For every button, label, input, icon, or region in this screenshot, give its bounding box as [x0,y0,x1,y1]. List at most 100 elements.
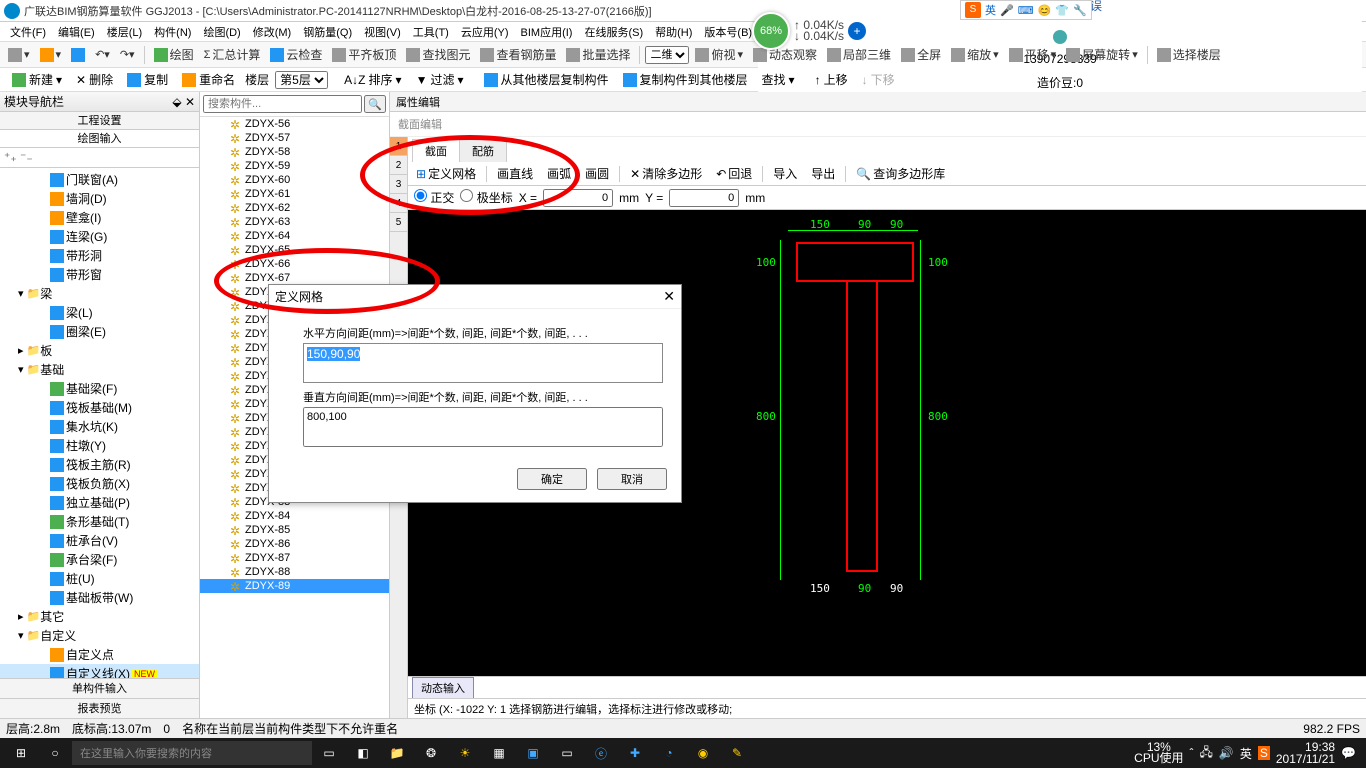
clear-poly-button[interactable]: ✕ 清除多边形 [626,163,706,184]
component-item[interactable]: ✲ZDYX-66 [200,257,389,271]
component-item[interactable]: ✲ZDYX-67 [200,271,389,285]
pan-button[interactable]: 平移▾ [1005,44,1061,65]
ime-kbd-icon[interactable]: ⌨ [1018,4,1034,17]
search-button[interactable]: 🔍 [364,95,386,113]
perf-overlay[interactable]: 68% ↑ 0.04K/s ↓ 0.04K/s + [752,12,866,50]
define-grid-button[interactable]: ⊞ 定义网格 [412,163,480,184]
ortho-radio[interactable]: 正交 [414,189,454,206]
component-item[interactable]: ✲ZDYX-87 [200,551,389,565]
save-button[interactable] [67,46,89,64]
tree-group-other[interactable]: ▸ 📁 其它 [0,607,199,626]
tray-up-icon[interactable]: ˆ [1190,746,1194,760]
task-view-icon[interactable]: ▭ [312,738,346,768]
single-input-button[interactable]: 单构件输入 [0,678,199,698]
tree-item[interactable]: 筏板基础(M) [0,398,199,417]
tree-item[interactable]: 门联窗(A) [0,170,199,189]
tree-group-slab[interactable]: ▸ 📁 板 [0,341,199,360]
tree-item[interactable]: 柱墩(Y) [0,436,199,455]
pick-floor-button[interactable]: 选择楼层 [1153,44,1225,65]
tree-item[interactable]: 壁龛(I) [0,208,199,227]
export-button[interactable]: 导出 [807,163,839,184]
tree-group-custom[interactable]: ▾ 📁 自定义 [0,626,199,645]
search-input[interactable] [203,95,362,113]
rotate-button[interactable]: 屏幕旋转▾ [1062,44,1142,65]
tray-vol-icon[interactable]: 🔊 [1219,746,1234,760]
nav-tab-draw[interactable]: 绘图输入 [0,130,199,148]
component-item[interactable]: ✲ZDYX-62 [200,201,389,215]
ime-lang[interactable]: 英 [985,2,996,18]
menu-floor[interactable]: 楼层(L) [101,24,148,40]
component-item[interactable]: ✲ZDYX-57 [200,131,389,145]
tree-item-custom-line[interactable]: 自定义线(X)NEW [0,664,199,678]
move-up-button[interactable]: ↑ 上移 [811,69,852,90]
app-icon-1[interactable]: ◧ [346,738,380,768]
delete-button[interactable]: ✕ 删除 [72,69,117,90]
menu-tools[interactable]: 工具(T) [407,24,455,40]
tray-sogou-icon[interactable]: S [1258,746,1270,760]
component-item[interactable]: ✲ZDYX-59 [200,159,389,173]
component-item[interactable]: ✲ZDYX-85 [200,523,389,537]
report-preview-button[interactable]: 报表预览 [0,698,199,718]
copy-from-floor-button[interactable]: 从其他楼层复制构件 [480,69,613,90]
component-item[interactable]: ✲ZDYX-65 [200,243,389,257]
menu-rebar[interactable]: 钢筋量(Q) [297,24,358,40]
undo-button[interactable]: ↶▾ [91,46,114,63]
cancel-button[interactable]: 取消 [597,468,667,490]
sort-button[interactable]: A↓Z 排序▾ [340,69,405,90]
tree-item[interactable]: 承台梁(F) [0,550,199,569]
app-icon-11[interactable]: ✎ [720,738,754,768]
tab-section[interactable]: 截面 [412,139,460,162]
ime-skin-icon[interactable]: 👕 [1055,4,1069,17]
component-item[interactable]: ✲ZDYX-56 [200,117,389,131]
nav-tab-settings[interactable]: 工程设置 [0,112,199,130]
copy-to-floor-button[interactable]: 复制构件到其他楼层 [619,69,752,90]
dialog-close-button[interactable]: ✕ [663,288,675,305]
polar-radio[interactable]: 极坐标 [460,189,512,206]
component-item[interactable]: ✲ZDYX-84 [200,509,389,523]
tree-item[interactable]: 基础板带(W) [0,588,199,607]
cortana-icon[interactable]: ○ [38,738,72,768]
flat-top-button[interactable]: 平齐板顶 [328,44,400,65]
tree-item[interactable]: 条形基础(T) [0,512,199,531]
component-item[interactable]: ✲ZDYX-58 [200,145,389,159]
component-item[interactable]: ✲ZDYX-61 [200,187,389,201]
tree-item[interactable]: 筏板负筋(X) [0,474,199,493]
menu-bim[interactable]: BIM应用(I) [515,24,579,40]
find-elem-button[interactable]: 查找图元 [402,44,474,65]
component-item[interactable]: ✲ZDYX-63 [200,215,389,229]
notification-icon[interactable]: 💬 [1341,746,1356,760]
tab-rebar[interactable]: 配筋 [459,139,507,162]
h-spacing-input[interactable]: 150,90,90 [303,343,663,383]
menu-view[interactable]: 视图(V) [358,24,407,40]
new-file-button[interactable]: ▾ [4,46,34,64]
menu-cloud[interactable]: 云应用(Y) [455,24,515,40]
copy-button[interactable]: 复制 [123,69,172,90]
ok-button[interactable]: 确定 [517,468,587,490]
fullscreen-button[interactable]: 全屏 [897,44,945,65]
draw-circle-button[interactable]: 画圆 [581,163,613,184]
ime-toolbar[interactable]: S 英 🎤 ⌨ 😊 👕 🔧 [960,0,1092,20]
ime-tool-icon[interactable]: 🔧 [1073,4,1087,17]
tree-item[interactable]: 桩(U) [0,569,199,588]
app-icon-4[interactable]: ☀ [448,738,482,768]
menu-online[interactable]: 在线服务(S) [578,24,649,40]
tree-group-beam[interactable]: ▾ 📁 梁 [0,284,199,303]
tree-item[interactable]: 自定义点 [0,645,199,664]
nav-pin-icon[interactable]: ⬙ ✕ [172,95,195,109]
y-input[interactable] [669,189,739,207]
x-input[interactable] [543,189,613,207]
sum-button[interactable]: Σ 汇总计算 [200,44,265,65]
tree-item[interactable]: 带形洞 [0,246,199,265]
component-item[interactable]: ✲ZDYX-60 [200,173,389,187]
new-component-button[interactable]: 新建▾ [8,69,66,90]
import-button[interactable]: 导入 [769,163,801,184]
app-icon-7[interactable]: ▭ [550,738,584,768]
tray-ime-icon[interactable]: 英 [1240,745,1252,762]
topview-button[interactable]: 俯视▾ [691,44,747,65]
dynamic-input-button[interactable]: 动态输入 [412,677,474,699]
app-icon-6[interactable]: ▣ [516,738,550,768]
app-icon-2[interactable]: 📁 [380,738,414,768]
tree-group-foundation[interactable]: ▾ 📁 基础 [0,360,199,379]
tree-item[interactable]: 圈梁(E) [0,322,199,341]
tree-item[interactable]: 基础梁(F) [0,379,199,398]
